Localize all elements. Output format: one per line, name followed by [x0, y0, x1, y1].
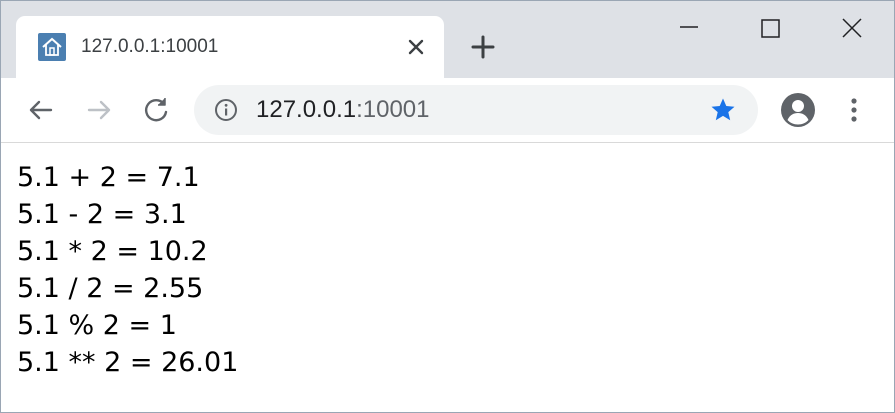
url-host: 127.0.0.1 — [256, 96, 357, 123]
maximize-icon[interactable] — [750, 11, 790, 47]
close-tab-icon[interactable] — [402, 33, 430, 61]
output-line: 5.1 % 2 = 1 — [17, 310, 177, 341]
new-tab-plus-icon[interactable] — [467, 31, 499, 63]
bookmark-star-icon[interactable] — [709, 96, 737, 124]
output-line: 5.1 / 2 = 2.55 — [17, 273, 204, 304]
tab-strip: 127.0.0.1:10001 — [1, 1, 894, 78]
url-port: :10001 — [356, 96, 430, 123]
home-icon — [38, 33, 66, 61]
output-line: 5.1 - 2 = 3.1 — [17, 199, 187, 230]
minimize-icon[interactable] — [669, 11, 709, 47]
info-icon[interactable] — [213, 97, 239, 123]
reload-icon[interactable] — [138, 92, 174, 128]
forward-arrow-icon[interactable] — [81, 92, 117, 128]
profile-avatar-icon[interactable] — [779, 91, 817, 129]
window-close-icon[interactable] — [832, 11, 872, 47]
url-text[interactable]: 127.0.0.1:10001 — [256, 96, 430, 124]
browser-window: 127.0.0.1:10001 127.0.0.1:10001 5.1 + 2 … — [0, 0, 895, 413]
tab-title: 127.0.0.1:10001 — [81, 36, 219, 57]
active-tab[interactable]: 127.0.0.1:10001 — [16, 16, 444, 78]
address-bar[interactable]: 127.0.0.1:10001 — [194, 85, 758, 135]
back-arrow-icon[interactable] — [23, 92, 59, 128]
output-line: 5.1 + 2 = 7.1 — [17, 162, 200, 193]
output-line: 5.1 ** 2 = 26.01 — [17, 347, 239, 378]
page-content: 5.1 + 2 = 7.1 5.1 - 2 = 3.1 5.1 * 2 = 10… — [1, 143, 894, 412]
more-menu-icon[interactable] — [841, 92, 867, 128]
output-line: 5.1 * 2 = 10.2 — [17, 236, 208, 267]
output-lines: 5.1 + 2 = 7.1 5.1 - 2 = 3.1 5.1 * 2 = 10… — [17, 159, 238, 381]
browser-toolbar: 127.0.0.1:10001 — [1, 78, 894, 143]
